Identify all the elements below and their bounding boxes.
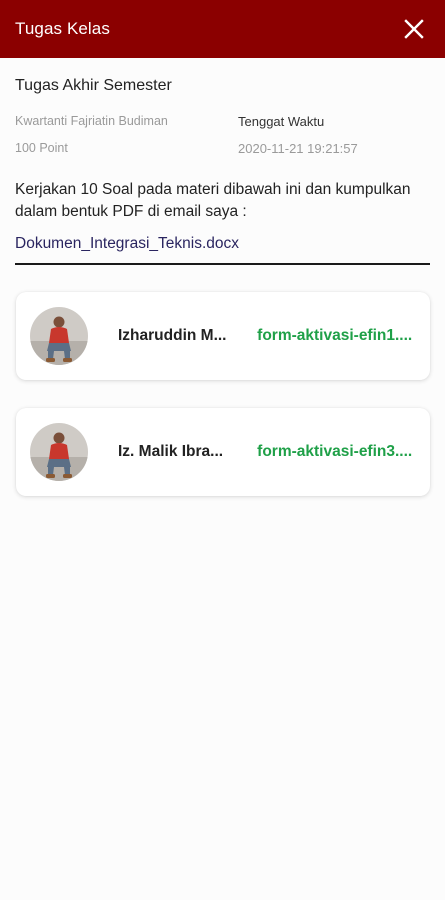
deadline-label: Tenggat Waktu — [238, 114, 325, 129]
deadline-value: 2020-11-21 19:21:57 — [238, 141, 358, 156]
avatar — [30, 307, 88, 365]
task-meta: Kwartanti Fajriatin Budiman 100 Point Te… — [15, 114, 430, 170]
page-title: Tugas Kelas — [15, 19, 110, 38]
avatar-photo-icon — [30, 307, 88, 365]
submission-card[interactable]: Iz. Malik Ibra... form-aktivasi-efin3...… — [16, 408, 430, 496]
student-name: Iz. Malik Ibra... — [118, 443, 224, 460]
task-description: Kerjakan 10 Soal pada materi dibawah ini… — [15, 181, 411, 220]
divider — [15, 263, 430, 265]
student-name: Izharuddin M... — [118, 327, 227, 344]
submission-card[interactable]: Izharuddin M... form-aktivasi-efin1.... — [16, 292, 430, 380]
submission-file-link[interactable]: form-aktivasi-efin3.... — [257, 443, 430, 461]
submission-file-link[interactable]: form-aktivasi-efin1.... — [257, 327, 430, 345]
app-bar: Tugas Kelas — [0, 0, 445, 58]
task-points: 100 Point — [15, 141, 68, 155]
attachment-link[interactable]: Dokumen_Integrasi_Teknis.docx — [15, 235, 430, 253]
teacher-name: Kwartanti Fajriatin Budiman — [15, 114, 168, 128]
close-icon — [404, 19, 424, 39]
task-title: Tugas Akhir Semester — [15, 77, 172, 94]
avatar — [30, 423, 88, 481]
task-detail: Tugas Akhir Semester Kwartanti Fajriatin… — [15, 58, 430, 265]
close-button[interactable] — [402, 17, 426, 41]
avatar-photo-icon — [30, 423, 88, 481]
